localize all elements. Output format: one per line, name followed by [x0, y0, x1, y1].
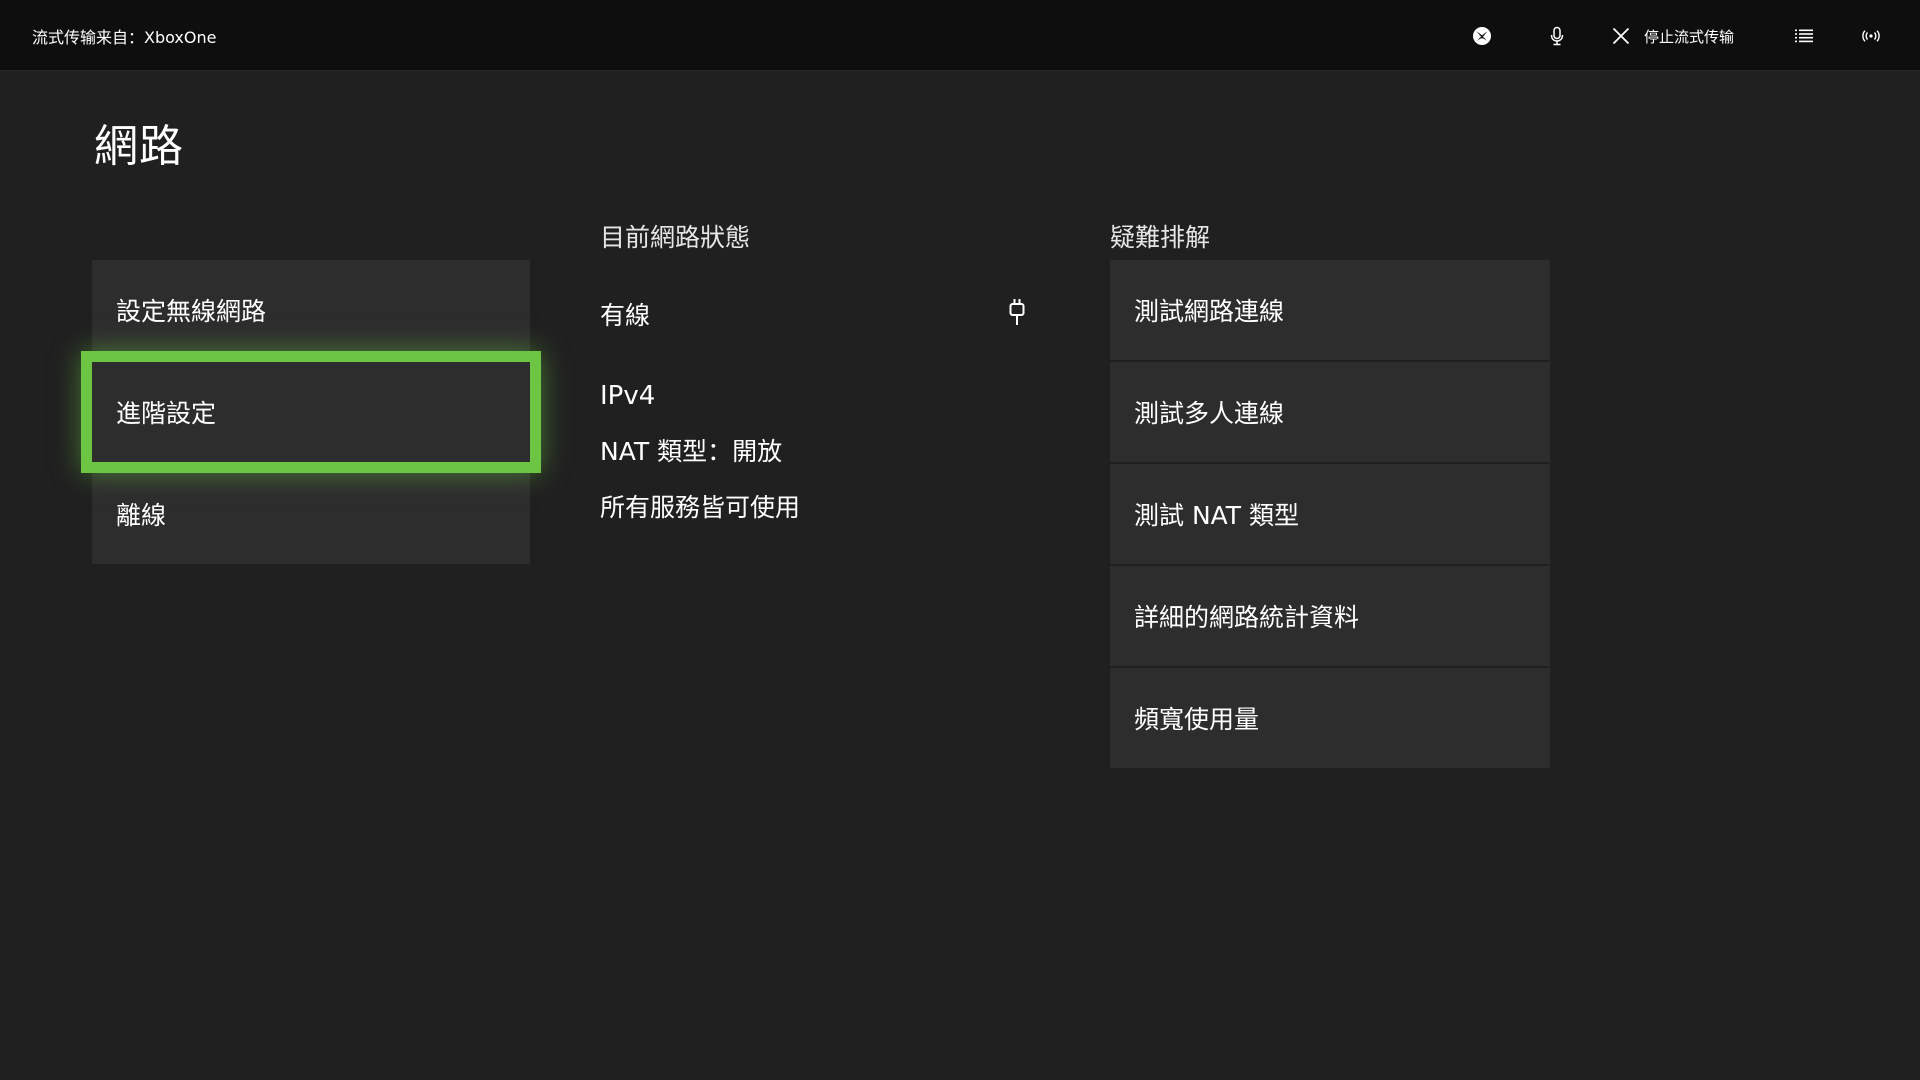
test-multiplayer-connection-button[interactable]: 測試多人連線	[1110, 362, 1550, 462]
troubleshooting-list: 測試網路連線 測試多人連線 測試 NAT 類型 詳細的網路統計資料 頻寬使用量	[1110, 260, 1550, 770]
services-status-text: 所有服務皆可使用	[600, 493, 801, 522]
menu-item-label: 進階設定	[116, 399, 217, 428]
list-icon[interactable]	[1788, 20, 1820, 52]
go-offline-button[interactable]: 離線	[92, 464, 530, 564]
menu-item-label: 離線	[116, 501, 167, 530]
page-title: 網路	[94, 121, 184, 172]
xbox-logo-icon[interactable]	[1466, 20, 1498, 52]
broadcast-icon[interactable]	[1855, 20, 1887, 52]
list-item-label: 測試 NAT 類型	[1134, 501, 1300, 530]
stream-top-bar: 流式传输来自：XboxOne 停止流式传输	[0, 0, 1920, 71]
troubleshooting-heading: 疑難排解	[1110, 223, 1211, 252]
network-status-details: IPv4 NAT 類型：開放 所有服務皆可使用	[600, 368, 800, 536]
nat-type-text: NAT 類型：開放	[600, 437, 783, 466]
stop-streaming-button[interactable]: 停止流式传输	[1612, 20, 1734, 52]
stream-source-title: 流式传输来自：XboxOne	[32, 28, 217, 47]
setup-wireless-button[interactable]: 設定無線網路	[92, 260, 530, 360]
connection-type-label: 有線	[600, 301, 651, 330]
connection-type-row: 有線	[600, 294, 1040, 334]
list-item-label: 頻寬使用量	[1134, 705, 1260, 734]
ip-version-text: IPv4	[600, 381, 656, 411]
list-item-label: 詳細的網路統計資料	[1134, 603, 1360, 632]
network-status-heading: 目前網路狀態	[600, 223, 751, 252]
advanced-settings-button[interactable]: 進階設定	[81, 351, 541, 473]
detailed-network-statistics-button[interactable]: 詳細的網路統計資料	[1110, 566, 1550, 666]
network-settings-menu: 設定無線網路 進階設定 離線	[81, 260, 541, 566]
menu-item-label: 設定無線網路	[116, 297, 267, 326]
stop-streaming-label: 停止流式传输	[1644, 27, 1735, 46]
test-network-connection-button[interactable]: 測試網路連線	[1110, 260, 1550, 360]
list-item-label: 測試網路連線	[1134, 297, 1285, 326]
microphone-icon[interactable]	[1541, 20, 1573, 52]
close-icon	[1612, 27, 1630, 45]
network-status-panel: 目前網路狀態 有線 IPv4 NAT 類型：開放 所有服務皆可使用	[600, 218, 1040, 522]
ethernet-plug-icon	[1008, 298, 1026, 330]
bandwidth-usage-button[interactable]: 頻寬使用量	[1110, 668, 1550, 768]
troubleshooting-panel: 疑難排解 測試網路連線 測試多人連線 測試 NAT 類型 詳細的網路統計資料 頻…	[1110, 218, 1550, 768]
list-item-label: 測試多人連線	[1134, 399, 1285, 428]
test-nat-type-button[interactable]: 測試 NAT 類型	[1110, 464, 1550, 564]
